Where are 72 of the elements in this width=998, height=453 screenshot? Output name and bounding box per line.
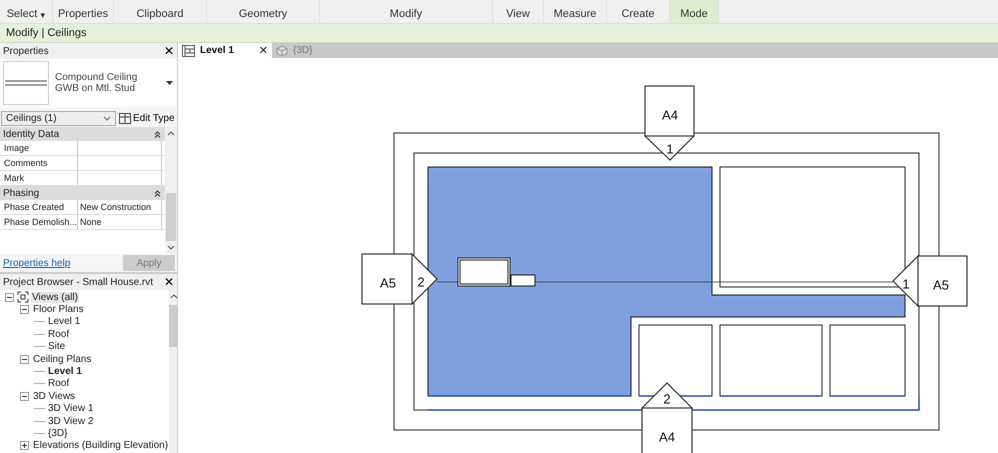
tree-item[interactable]: {3D} — [47, 428, 68, 439]
grid-icon — [119, 112, 131, 124]
view-number: 1 — [666, 141, 674, 156]
panel-title: Project Browser - Small House.rvt — [3, 276, 154, 288]
ceiling-preview-icon — [3, 61, 49, 105]
group-header[interactable]: Identity Data — [0, 127, 165, 141]
sheet-number: A5 — [380, 275, 396, 290]
collapse-icon[interactable] — [19, 390, 30, 402]
ribbon-panel[interactable]: View — [493, 0, 544, 23]
tree-item[interactable]: 3D View 1 — [47, 403, 94, 414]
scrollbar[interactable] — [169, 290, 177, 453]
tree-item[interactable]: Elevations (Building Elevation) — [32, 440, 170, 452]
tree-item[interactable]: Views (all) — [31, 292, 79, 303]
elevation-marker[interactable] — [892, 254, 968, 308]
ribbon-panel[interactable]: Mode — [670, 0, 719, 23]
view-tab[interactable]: Level 1 ✕ — [178, 43, 272, 58]
context-title: Modify | Ceilings — [6, 27, 86, 39]
view-number: 2 — [417, 274, 425, 290]
type-subname: GWB on Mtl. Stud — [55, 83, 136, 94]
tree-item[interactable]: Level 1 — [47, 316, 82, 328]
collapse-icon[interactable] — [19, 304, 30, 316]
edit-type-button[interactable]: Edit Type — [119, 112, 175, 124]
sheet-number: A4 — [659, 429, 675, 444]
property-name: Image — [0, 141, 78, 155]
property-value[interactable]: None — [78, 215, 162, 229]
close-button[interactable]: ✕ — [164, 275, 174, 289]
property-name: Mark — [0, 171, 78, 185]
elevation-marker[interactable] — [362, 252, 438, 306]
tree-item[interactable]: 3D View 2 — [47, 416, 94, 427]
ribbon-panel[interactable]: Geometry — [207, 0, 320, 23]
collapse-group-icon — [154, 130, 161, 138]
dropdown-icon — [166, 80, 173, 86]
tree-item[interactable]: 3D Views — [32, 390, 76, 402]
chevron-icon — [103, 116, 111, 120]
tree-item[interactable]: Roof — [47, 328, 70, 340]
ribbon-panel[interactable]: Clipboard — [114, 0, 207, 23]
help-link[interactable]: Properties help — [3, 258, 70, 268]
panel-title: Properties — [3, 46, 49, 56]
collapse-icon[interactable] — [4, 292, 15, 303]
property-name: Phase Demolish... — [0, 215, 78, 229]
scrollbar[interactable] — [165, 127, 177, 254]
view-number: 2 — [663, 391, 671, 406]
expand-icon[interactable] — [19, 440, 30, 452]
group-header[interactable]: Phasing — [0, 186, 165, 200]
views-icon — [17, 291, 29, 304]
type-selector[interactable]: Compound Ceiling GWB on Mtl. Stud — [0, 59, 177, 107]
scroll-down-icon — [167, 245, 175, 250]
type-name: Compound Ceiling — [55, 72, 138, 83]
view-number: 1 — [902, 276, 910, 292]
sheet-number: A4 — [662, 107, 678, 122]
tree-item[interactable]: Floor Plans — [32, 304, 85, 316]
scroll-up-icon — [170, 294, 177, 299]
scroll-up-icon — [167, 131, 175, 136]
ribbon-panel[interactable]: Modify — [320, 0, 493, 23]
close-button[interactable]: ✕ — [164, 44, 174, 58]
elevation-marker[interactable] — [640, 382, 694, 453]
property-name: Comments — [0, 156, 78, 170]
property-value[interactable]: New Construction — [78, 200, 162, 214]
tree-item[interactable]: Ceiling Plans — [32, 354, 92, 365]
collapse-group-icon — [154, 190, 161, 196]
tree-item[interactable]: Roof — [47, 378, 70, 390]
property-name: Phase Created — [0, 200, 78, 214]
ribbon-panel[interactable]: Properties — [53, 0, 114, 23]
filter-dropdown[interactable]: Ceilings (1) — [1, 110, 116, 126]
sheet-number: A5 — [933, 277, 949, 292]
collapse-icon[interactable] — [19, 354, 30, 365]
elevation-marker[interactable] — [644, 86, 696, 161]
ribbon-panel[interactable]: Measure — [544, 0, 607, 23]
tree-item[interactable]: Level 1 — [47, 366, 83, 378]
tree-item[interactable]: Site — [47, 341, 66, 352]
cube-icon — [276, 44, 288, 56]
ribbon-panel[interactable]: Select ▾ — [0, 0, 53, 23]
